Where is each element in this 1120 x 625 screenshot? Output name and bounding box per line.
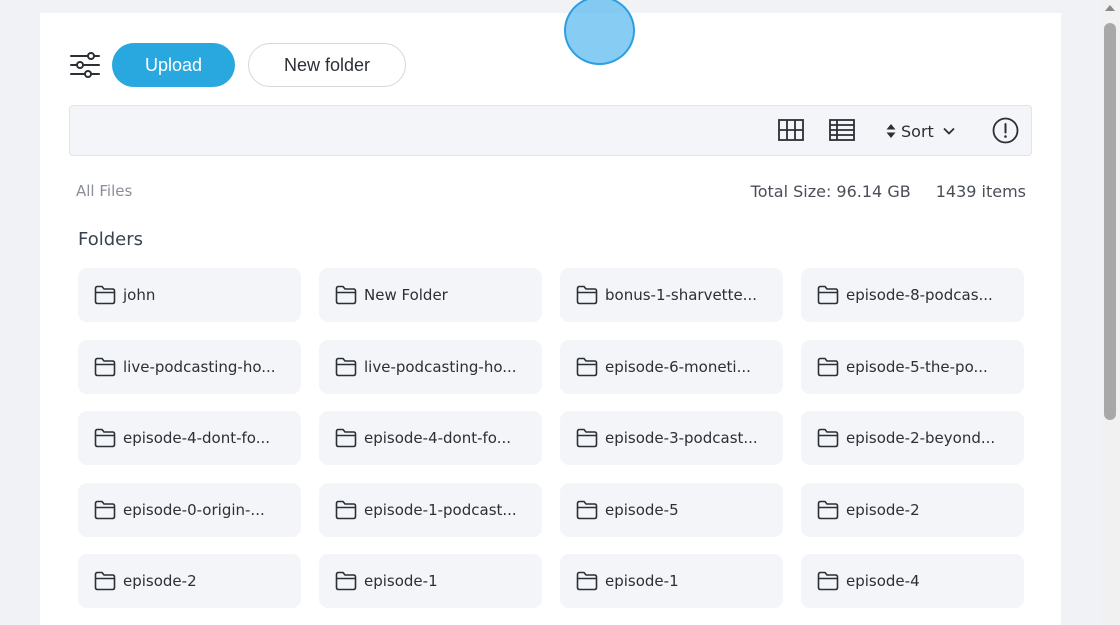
folder-tile[interactable]: live-podcasting-ho... bbox=[319, 339, 542, 394]
scroll-up-arrow-icon[interactable] bbox=[1105, 5, 1115, 11]
folder-name: episode-5-the-po... bbox=[846, 357, 988, 376]
folder-icon bbox=[335, 357, 357, 376]
folder-tile[interactable]: episode-4-dont-fo... bbox=[319, 411, 542, 465]
chevron-down-icon bbox=[943, 127, 955, 135]
folder-icon bbox=[94, 357, 116, 376]
folder-tile[interactable]: bonus-1-sharvette... bbox=[560, 268, 783, 322]
folder-icon bbox=[335, 500, 357, 519]
folder-tile[interactable]: episode-1 bbox=[319, 554, 542, 608]
folder-tile[interactable]: episode-2-beyond... bbox=[801, 411, 1024, 465]
folder-name: episode-6-moneti... bbox=[605, 357, 751, 376]
folder-tile[interactable]: episode-1 bbox=[560, 554, 783, 608]
folder-name: episode-3-podcast... bbox=[605, 429, 758, 447]
folder-icon bbox=[94, 285, 116, 305]
folder-name: episode-5 bbox=[605, 500, 679, 519]
folder-name: episode-2 bbox=[123, 572, 197, 590]
filter-sliders-button[interactable] bbox=[69, 49, 101, 81]
folder-name: episode-4-dont-fo... bbox=[123, 429, 271, 447]
folder-name: john bbox=[123, 286, 156, 304]
folder-name: episode-8-podcas... bbox=[846, 286, 993, 304]
folder-grid: john New Folder bonus-1-sharvette... epi… bbox=[78, 268, 1024, 608]
folder-tile[interactable]: live-podcasting-ho... bbox=[78, 339, 301, 394]
info-icon bbox=[992, 117, 1019, 144]
scrollbar[interactable] bbox=[1101, 0, 1120, 625]
folder-icon bbox=[817, 357, 839, 376]
folder-name: episode-0-origin-... bbox=[123, 500, 265, 519]
folder-tile[interactable]: episode-1-podcast... bbox=[319, 482, 542, 537]
folder-icon bbox=[576, 285, 598, 305]
upload-button[interactable]: Upload bbox=[112, 43, 235, 87]
folder-tile[interactable]: episode-3-podcast... bbox=[560, 411, 783, 465]
folder-icon bbox=[817, 500, 839, 519]
folder-name: episode-2-beyond... bbox=[846, 429, 996, 447]
folder-name: episode-2 bbox=[846, 500, 920, 519]
toolbar: Upload New folder bbox=[69, 43, 406, 87]
folder-icon bbox=[576, 357, 598, 376]
folder-name: episode-1 bbox=[364, 572, 438, 590]
folder-name: live-podcasting-ho... bbox=[123, 357, 276, 376]
storage-stats: Total Size: 96.14 GB 1439 items bbox=[751, 182, 1026, 201]
folder-icon bbox=[94, 428, 116, 448]
sliders-icon bbox=[70, 52, 100, 78]
folder-tile[interactable]: episode-5-the-po... bbox=[801, 339, 1024, 394]
folder-icon bbox=[576, 500, 598, 519]
folder-name: episode-1-podcast... bbox=[364, 500, 517, 519]
scrollbar-thumb[interactable] bbox=[1104, 23, 1116, 420]
sort-arrows-icon bbox=[886, 124, 896, 138]
folder-tile[interactable]: john bbox=[78, 268, 301, 322]
grid-view-icon bbox=[778, 119, 804, 141]
folder-tile[interactable]: episode-6-moneti... bbox=[560, 339, 783, 394]
folder-tile[interactable]: episode-2 bbox=[801, 482, 1024, 537]
folder-icon bbox=[576, 428, 598, 448]
folder-name: episode-4 bbox=[846, 572, 920, 590]
folder-name: New Folder bbox=[364, 286, 448, 304]
folder-icon bbox=[817, 428, 839, 448]
folder-icon bbox=[817, 571, 839, 591]
section-title: Folders bbox=[78, 229, 144, 250]
folder-tile[interactable]: episode-0-origin-... bbox=[78, 482, 301, 537]
item-count: 1439 items bbox=[935, 182, 1026, 201]
folder-tile[interactable]: episode-4-dont-fo... bbox=[78, 411, 301, 465]
folder-name: live-podcasting-ho... bbox=[364, 357, 517, 376]
sort-label: Sort bbox=[901, 121, 934, 141]
list-view-button[interactable] bbox=[829, 119, 855, 141]
folder-tile[interactable]: episode-4 bbox=[801, 554, 1024, 608]
folder-icon bbox=[576, 571, 598, 591]
folder-icon bbox=[335, 428, 357, 448]
list-view-icon bbox=[829, 119, 855, 141]
view-controls-bar: Sort bbox=[69, 105, 1032, 156]
folder-icon bbox=[817, 285, 839, 305]
folder-icon bbox=[335, 285, 357, 305]
folder-name: episode-1 bbox=[605, 572, 679, 590]
folder-name: bonus-1-sharvette... bbox=[605, 286, 757, 304]
folder-tile[interactable]: episode-2 bbox=[78, 554, 301, 608]
grid-view-button[interactable] bbox=[778, 119, 804, 141]
folder-icon bbox=[94, 500, 116, 519]
file-manager-panel: Upload New folder Sort All Files Total S… bbox=[40, 13, 1061, 625]
total-size: Total Size: 96.14 GB bbox=[750, 182, 911, 201]
folder-icon bbox=[335, 571, 357, 591]
sort-dropdown[interactable]: Sort bbox=[886, 119, 955, 143]
folder-tile[interactable]: New Folder bbox=[319, 268, 542, 322]
breadcrumb[interactable]: All Files bbox=[76, 182, 132, 200]
info-button[interactable] bbox=[992, 117, 1019, 144]
folder-tile[interactable]: episode-5 bbox=[560, 482, 783, 537]
folder-name: episode-4-dont-fo... bbox=[364, 429, 512, 447]
folder-icon bbox=[94, 571, 116, 591]
new-folder-button[interactable]: New folder bbox=[248, 43, 406, 87]
folder-tile[interactable]: episode-8-podcas... bbox=[801, 268, 1024, 322]
